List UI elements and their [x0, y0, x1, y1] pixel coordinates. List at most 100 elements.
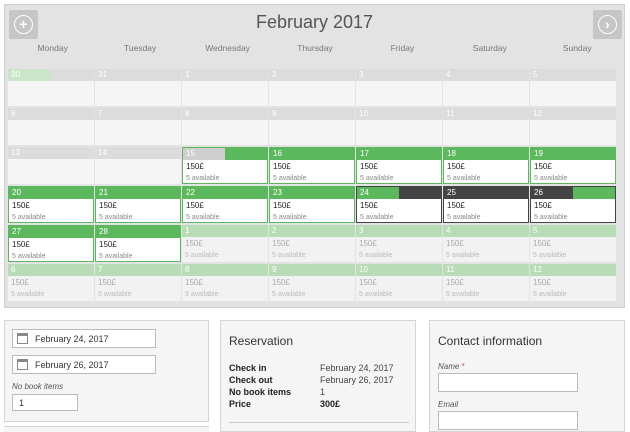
day-price: 150£	[359, 278, 377, 287]
day-price: 150£	[446, 239, 464, 248]
day-price: 150£	[273, 201, 291, 210]
day-number: 2	[272, 226, 277, 235]
day-cell[interactable]: 21 150£ 5 available	[95, 186, 181, 223]
day-price: 150£	[533, 278, 551, 287]
email-input[interactable]	[438, 411, 578, 430]
day-availability: 5 available	[447, 214, 481, 221]
day-cell[interactable]: 11 150£ 5 available	[443, 264, 529, 301]
day-number: 3	[359, 70, 364, 79]
day-cell[interactable]: 25 150£ 5 available	[443, 186, 529, 223]
day-number: 7	[98, 265, 103, 274]
day-header: 9	[269, 108, 355, 120]
contact-title: Contact information	[438, 334, 543, 348]
day-header: 7	[95, 108, 181, 120]
day-number: 13	[11, 148, 20, 157]
day-price: 150£	[446, 278, 464, 287]
day-availability: 5 available	[447, 175, 481, 182]
day-cell: 5	[530, 69, 616, 106]
name-input[interactable]	[438, 373, 578, 392]
day-header: 4	[443, 225, 529, 237]
day-availability: 5 available	[533, 291, 567, 298]
summary-row: No book items 1	[229, 386, 409, 398]
day-header: 12	[530, 264, 616, 276]
day-cell[interactable]: 19 150£ 5 available	[530, 147, 616, 184]
book-items-label: No book items	[12, 382, 64, 391]
day-cell[interactable]: 20 150£ 5 available	[8, 186, 94, 223]
day-number: 12	[533, 265, 542, 274]
summary-label: No book items	[229, 387, 292, 397]
weekday-label: Tuesday	[123, 43, 157, 53]
day-cell[interactable]: 18 150£ 5 available	[443, 147, 529, 184]
day-cell[interactable]: 8 150£ 5 available	[182, 264, 268, 301]
day-price: 150£	[360, 201, 378, 210]
day-cell[interactable]: 15 150£ 5 available	[182, 147, 268, 184]
summary-value: 1	[320, 387, 326, 397]
month-title: February 2017	[255, 12, 374, 32]
day-cell[interactable]: 27 150£ 5 available	[8, 225, 94, 262]
day-cell[interactable]: 5 150£ 5 available	[530, 225, 616, 262]
summary-row: Price 300£	[229, 398, 409, 410]
day-availability: 5 available	[273, 175, 307, 182]
checkin-date-field[interactable]: February 24, 2017	[12, 329, 156, 348]
day-cell[interactable]: 26 150£ 5 available	[530, 186, 616, 223]
day-availability: 5 available	[99, 214, 133, 221]
day-number: 26	[534, 188, 543, 197]
day-number: 28	[99, 227, 108, 236]
day-cell[interactable]: 3 150£ 5 available	[356, 225, 442, 262]
day-header: 22	[183, 187, 267, 199]
day-number: 1	[185, 226, 190, 235]
day-availability: 5 available	[446, 252, 480, 259]
day-header: 9	[269, 264, 355, 276]
day-availability: 5 available	[533, 252, 567, 259]
day-cell[interactable]: 22 150£ 5 available	[182, 186, 268, 223]
day-price: 150£	[186, 162, 204, 171]
weekday-label: Wednesday	[205, 43, 250, 53]
day-price: 150£	[534, 162, 552, 171]
day-availability: 5 available	[98, 291, 132, 298]
day-cell[interactable]: 10 150£ 5 available	[356, 264, 442, 301]
day-price: 150£	[12, 240, 30, 249]
day-cell[interactable]: 1 150£ 5 available	[182, 225, 268, 262]
day-cell[interactable]: 4 150£ 5 available	[443, 225, 529, 262]
day-header: 28	[96, 226, 180, 238]
day-cell[interactable]: 17 150£ 5 available	[356, 147, 442, 184]
checkout-date-field[interactable]: February 26, 2017	[12, 355, 156, 374]
day-cell: 4	[443, 69, 529, 106]
day-cell[interactable]: 6 150£ 5 available	[8, 264, 94, 301]
day-price: 150£	[186, 201, 204, 210]
day-header: 6	[8, 108, 94, 120]
day-cell[interactable]: 24 150£ 5 available	[356, 186, 442, 223]
day-cell: 6	[8, 108, 94, 145]
day-header: 2	[269, 225, 355, 237]
day-header: 8	[182, 264, 268, 276]
day-availability: 5 available	[534, 214, 568, 221]
day-number: 30	[11, 70, 20, 79]
panel-divider	[4, 426, 209, 432]
day-header: 21	[96, 187, 180, 199]
day-price: 150£	[360, 162, 378, 171]
day-cell[interactable]: 16 150£ 5 available	[269, 147, 355, 184]
day-cell: 2	[269, 69, 355, 106]
day-cell: 10	[356, 108, 442, 145]
day-availability: 5 available	[11, 291, 45, 298]
day-availability: 5 available	[185, 291, 219, 298]
day-cell[interactable]: 23 150£ 5 available	[269, 186, 355, 223]
day-number: 9	[272, 109, 277, 118]
summary-value: February 26, 2017	[320, 375, 394, 385]
day-cell[interactable]: 7 150£ 5 available	[95, 264, 181, 301]
day-header: 11	[443, 108, 529, 120]
summary-value: February 24, 2017	[320, 363, 394, 373]
day-header: 1	[182, 69, 268, 81]
next-month-button[interactable]: ›	[593, 10, 622, 39]
day-cell[interactable]: 9 150£ 5 available	[269, 264, 355, 301]
day-cell[interactable]: 2 150£ 5 available	[269, 225, 355, 262]
day-price: 150£	[185, 278, 203, 287]
weekday-header: Monday Tuesday Wednesday Thursday Friday…	[9, 43, 621, 57]
day-cell[interactable]: 12 150£ 5 available	[530, 264, 616, 301]
day-cell[interactable]: 28 150£ 5 available	[95, 225, 181, 262]
day-header: 10	[356, 264, 442, 276]
book-items-input[interactable]: 1	[12, 394, 78, 411]
day-price: 150£	[11, 278, 29, 287]
day-header: 3	[356, 225, 442, 237]
day-header: 24	[357, 187, 441, 199]
